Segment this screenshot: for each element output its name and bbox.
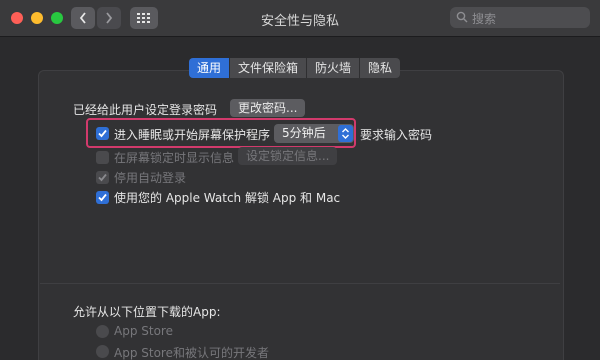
window: 安全性与隐私 搜索 通用 文件保险箱 防火墙 隐私 已经给此用户设定登录密码 更… — [0, 0, 600, 360]
apple-watch-checkbox[interactable] — [96, 191, 109, 204]
tab-filevault[interactable]: 文件保险箱 — [230, 58, 308, 78]
chevron-updown-icon — [342, 128, 349, 139]
disable-auto-login-label: 停用自动登录 — [114, 171, 187, 185]
apple-watch-label: 使用您的 Apple Watch 解锁 App 和 Mac — [114, 191, 341, 205]
tab-general[interactable]: 通用 — [189, 58, 231, 78]
checkmark-icon — [98, 129, 107, 138]
tab-bar: 通用 文件保险箱 防火墙 隐私 — [189, 58, 401, 78]
change-password-button[interactable]: 更改密码... — [230, 99, 306, 117]
radio-app-store-label: App Store — [114, 324, 173, 338]
checkmark-icon — [98, 193, 107, 202]
checkmark-icon — [98, 173, 107, 182]
search-icon — [456, 11, 468, 23]
tab-firewall[interactable]: 防火墙 — [307, 58, 361, 78]
search-field[interactable]: 搜索 — [450, 7, 590, 28]
password-set-label: 已经给此用户设定登录密码 — [73, 103, 218, 117]
radio-app-store-identified[interactable] — [96, 345, 109, 358]
require-password-suffix: 要求输入密码 — [360, 128, 433, 142]
show-message-label: 在屏幕锁定时显示信息 — [114, 151, 235, 165]
require-password-label: 进入睡眠或开始屏幕保护程序 — [114, 128, 271, 142]
show-message-checkbox[interactable] — [96, 151, 109, 164]
delay-select[interactable]: 5分钟后 — [274, 124, 354, 143]
radio-app-store[interactable] — [96, 325, 109, 338]
titlebar: 安全性与隐私 搜索 — [0, 0, 600, 37]
downloads-heading: 允许从以下位置下载的App: — [73, 305, 221, 319]
set-lock-message-button[interactable]: 设定锁定信息... — [238, 147, 338, 165]
search-placeholder: 搜索 — [472, 12, 497, 26]
section-divider — [40, 283, 560, 284]
delay-value: 5分钟后 — [282, 126, 326, 140]
radio-app-store-identified-label: App Store和被认可的开发者 — [114, 346, 269, 360]
require-password-checkbox[interactable] — [96, 127, 109, 140]
stepper-arrows — [338, 125, 353, 142]
disable-auto-login-checkbox[interactable] — [96, 171, 109, 184]
tab-privacy[interactable]: 隐私 — [360, 58, 401, 78]
